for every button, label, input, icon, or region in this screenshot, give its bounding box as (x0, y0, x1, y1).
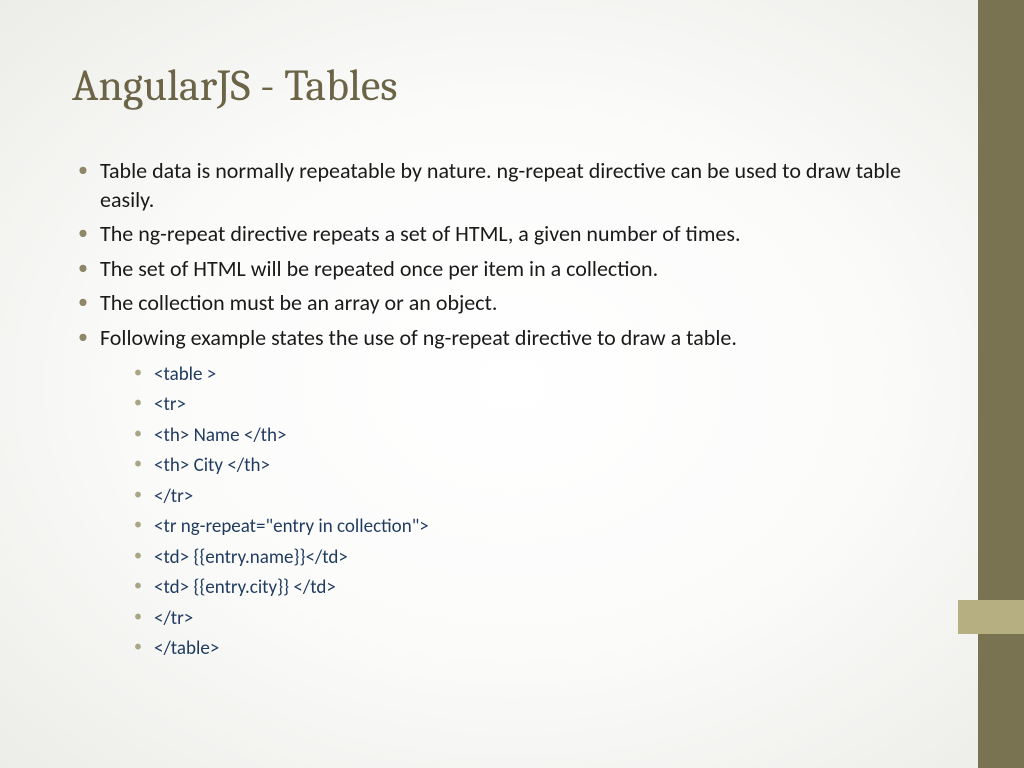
bullet-item: Table data is normally repeatable by nat… (72, 157, 920, 214)
bullet-item: Following example states the use of ng-r… (72, 324, 920, 664)
code-line: </tr> (100, 605, 920, 634)
slide-body: AngularJS - Tables Table data is normall… (0, 0, 960, 768)
bullet-item: The ng-repeat directive repeats a set of… (72, 220, 920, 249)
code-line: <tr> (100, 391, 920, 420)
code-line: <th> City </th> (100, 452, 920, 481)
code-line: </table> (100, 635, 920, 664)
code-line: <th> Name </th> (100, 422, 920, 451)
bullet-list: Table data is normally repeatable by nat… (72, 157, 920, 664)
code-line: <tr ng-repeat="entry in collection"> (100, 513, 920, 542)
slide-title: AngularJS - Tables (72, 60, 920, 111)
bullet-item: The collection must be an array or an ob… (72, 289, 920, 318)
bullet-item: The set of HTML will be repeated once pe… (72, 255, 920, 284)
slide-sidebar-accent (958, 600, 1024, 634)
code-list: <table > <tr> <th> Name </th> <th> City … (100, 361, 920, 664)
bullet-text: Following example states the use of ng-r… (100, 324, 737, 351)
code-line: </tr> (100, 483, 920, 512)
code-line: <table > (100, 361, 920, 390)
code-line: <td> {{entry.city}} </td> (100, 574, 920, 603)
code-line: <td> {{entry.name}}</td> (100, 544, 920, 573)
slide-sidebar (978, 0, 1024, 768)
